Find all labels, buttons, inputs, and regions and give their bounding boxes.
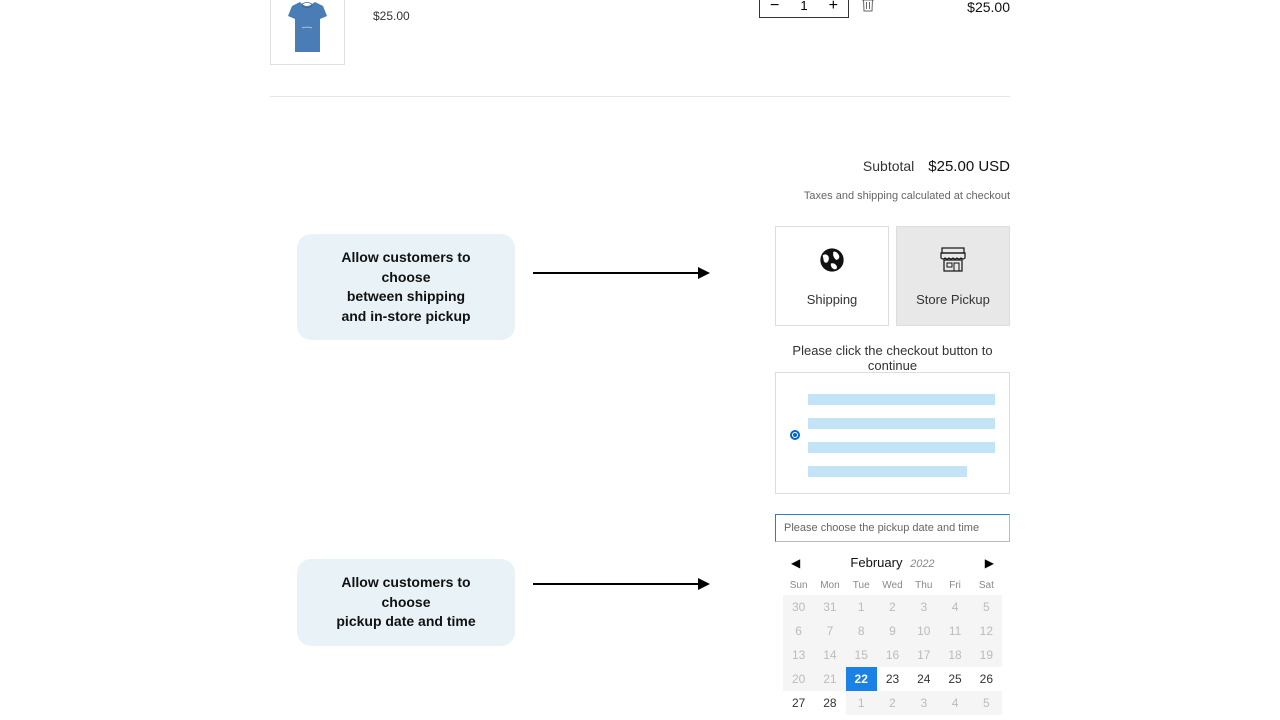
- callout-line: Allow customers to choose: [341, 574, 470, 610]
- calendar-day: 4: [939, 691, 970, 715]
- qty-increase-button[interactable]: +: [829, 0, 838, 14]
- calendar-day: 3: [908, 691, 939, 715]
- location-radio[interactable]: [790, 430, 800, 440]
- calendar-dow: Thu: [908, 576, 939, 595]
- item-price: $25.00: [373, 9, 410, 23]
- qty-decrease-button[interactable]: −: [770, 0, 779, 14]
- calendar-day[interactable]: 27: [783, 691, 814, 715]
- calendar-title: February 2022: [850, 555, 934, 570]
- calendar-day: 4: [939, 595, 970, 619]
- placeholder-line: [808, 418, 995, 429]
- calendar-widget: ◀ February 2022 ▶ SunMonTueWedThuFriSat3…: [775, 545, 1010, 715]
- callout-line: and in-store pickup: [341, 308, 470, 324]
- calendar-year: 2022: [910, 558, 934, 570]
- store-icon: [938, 246, 968, 274]
- calendar-day: 19: [971, 643, 1002, 667]
- tshirt-image: [280, 0, 335, 58]
- shipping-label: Shipping: [807, 292, 858, 307]
- location-text-placeholder: [808, 394, 995, 477]
- callout-line: pickup date and time: [336, 613, 475, 629]
- trash-icon[interactable]: [861, 0, 875, 13]
- calendar-day: 21: [814, 667, 845, 691]
- calendar-day: 6: [783, 619, 814, 643]
- placeholder-line: [808, 466, 967, 477]
- calendar-day: 1: [846, 595, 877, 619]
- callout-datetime-choice: Allow customers to choose pickup date an…: [297, 559, 515, 646]
- calendar-day: 13: [783, 643, 814, 667]
- calendar-day[interactable]: 25: [939, 667, 970, 691]
- pickup-datetime-input[interactable]: Please choose the pickup date and time: [775, 514, 1010, 542]
- calendar-day: 31: [814, 595, 845, 619]
- calendar-day: 17: [908, 643, 939, 667]
- calendar-day: 8: [846, 619, 877, 643]
- calendar-day[interactable]: 28: [814, 691, 845, 715]
- calendar-day: 5: [971, 691, 1002, 715]
- calendar-day: 15: [846, 643, 877, 667]
- line-total: $25.00: [967, 0, 1010, 15]
- quantity-stepper: − 1 +: [759, 0, 849, 18]
- calendar-day: 3: [908, 595, 939, 619]
- calendar-day: 16: [877, 643, 908, 667]
- placeholder-line: [808, 394, 995, 405]
- shipping-option[interactable]: Shipping: [775, 226, 889, 326]
- calendar-day: 20: [783, 667, 814, 691]
- subtotal-value: $25.00 USD: [928, 158, 1010, 175]
- cart-row: $25.00 − 1 + $25.00: [270, 0, 1010, 65]
- checkout-hint: Please click the checkout button to cont…: [775, 343, 1010, 373]
- calendar-day: 7: [814, 619, 845, 643]
- calendar-dow: Tue: [846, 576, 877, 595]
- pickup-label: Store Pickup: [916, 292, 990, 307]
- calendar-day: 2: [877, 595, 908, 619]
- prev-month-button[interactable]: ◀: [791, 556, 800, 570]
- product-thumbnail[interactable]: [270, 0, 345, 65]
- calendar-day: 10: [908, 619, 939, 643]
- next-month-button[interactable]: ▶: [985, 556, 994, 570]
- callout-line: between shipping: [347, 288, 465, 304]
- calendar-day[interactable]: 26: [971, 667, 1002, 691]
- calendar-day[interactable]: 23: [877, 667, 908, 691]
- callout-line: Allow customers to choose: [341, 249, 470, 285]
- arrow-icon: [533, 272, 708, 274]
- calendar-day: 12: [971, 619, 1002, 643]
- tax-note: Taxes and shipping calculated at checkou…: [804, 190, 1010, 202]
- store-pickup-option[interactable]: Store Pickup: [896, 226, 1010, 326]
- calendar-header: ◀ February 2022 ▶: [775, 545, 1010, 576]
- calendar-dow: Fri: [939, 576, 970, 595]
- calendar-day[interactable]: 22: [846, 667, 877, 691]
- calendar-dow: Sat: [971, 576, 1002, 595]
- input-placeholder: Please choose the pickup date and time: [784, 522, 979, 534]
- delivery-options: Shipping Store Pickup: [775, 226, 1010, 326]
- globe-icon: [818, 246, 846, 274]
- calendar-month: February: [850, 555, 902, 570]
- subtotal-row: Subtotal $25.00 USD: [863, 158, 1010, 175]
- placeholder-line: [808, 442, 995, 453]
- pickup-location-box: [775, 372, 1010, 494]
- qty-value: 1: [800, 0, 807, 13]
- calendar-dow: Sun: [783, 576, 814, 595]
- calendar-day: 18: [939, 643, 970, 667]
- calendar-day: 11: [939, 619, 970, 643]
- callout-delivery-choice: Allow customers to choose between shippi…: [297, 234, 515, 340]
- calendar-day: 2: [877, 691, 908, 715]
- calendar-day[interactable]: 24: [908, 667, 939, 691]
- calendar-day: 30: [783, 595, 814, 619]
- divider: [270, 96, 1010, 97]
- calendar-dow: Mon: [814, 576, 845, 595]
- calendar-day: 9: [877, 619, 908, 643]
- calendar-dow: Wed: [877, 576, 908, 595]
- calendar-day: 5: [971, 595, 1002, 619]
- calendar-day: 14: [814, 643, 845, 667]
- calendar-day: 1: [846, 691, 877, 715]
- calendar-grid: SunMonTueWedThuFriSat3031123456789101112…: [775, 576, 1010, 715]
- arrow-icon: [533, 583, 708, 585]
- subtotal-label: Subtotal: [863, 158, 914, 174]
